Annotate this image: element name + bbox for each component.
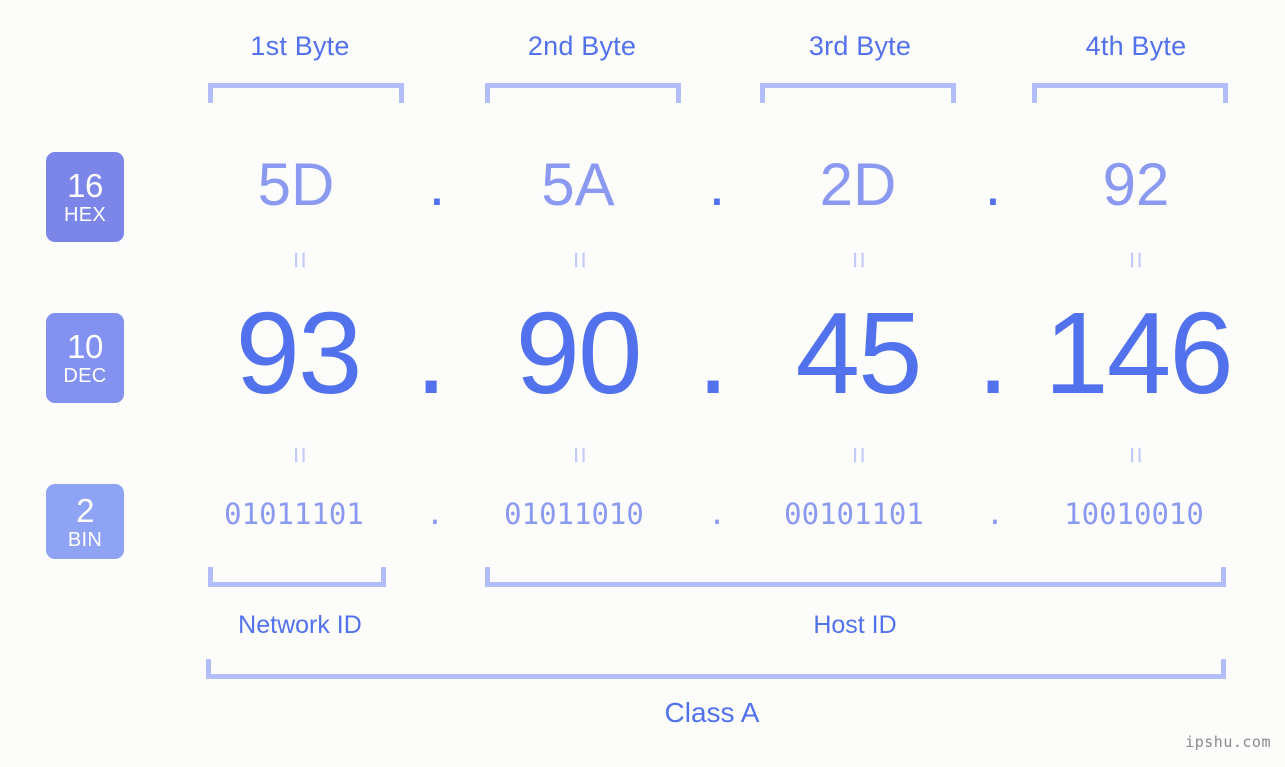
hex-separator-2: .	[708, 151, 726, 218]
byte-bracket-1	[208, 83, 404, 103]
equals-mark-hex-dec-4: =	[1119, 251, 1152, 269]
hex-value-4: 92	[1102, 151, 1170, 218]
equals-mark-dec-bin-1: =	[283, 446, 316, 464]
equals-mark-hex-dec-3: =	[842, 251, 875, 269]
dec-value-1: 93	[235, 288, 362, 418]
radix-badge-dec-name: DEC	[63, 365, 107, 387]
class-bracket	[206, 659, 1226, 679]
network-id-bracket	[208, 567, 386, 587]
equals-mark-dec-bin-3: =	[842, 446, 875, 464]
radix-badge-hex-name: HEX	[63, 204, 107, 226]
byte-bracket-4	[1032, 83, 1228, 103]
dec-separator-1: .	[415, 288, 448, 418]
radix-badge-dec-number: 10	[67, 328, 103, 365]
byte-bracket-3	[760, 83, 956, 103]
dec-separator-2: .	[697, 288, 730, 418]
radix-badge-dec: 10 DEC	[46, 313, 124, 403]
host-id-label: Host ID	[813, 611, 897, 639]
bin-value-2: 01011010	[504, 497, 644, 531]
bin-value-1: 01011101	[224, 497, 364, 531]
bin-value-4: 10010010	[1064, 497, 1204, 531]
hex-separator-3: .	[984, 151, 1002, 218]
hex-value-1: 5D	[257, 151, 335, 218]
bin-separator-2: .	[708, 497, 726, 531]
dec-value-4: 146	[1044, 288, 1234, 418]
hex-value-2: 5A	[541, 151, 615, 218]
radix-badge-bin: 2 BIN	[46, 484, 124, 559]
radix-badge-hex-number: 16	[67, 167, 103, 204]
equals-mark-dec-bin-2: =	[563, 446, 596, 464]
dec-separator-3: .	[977, 288, 1010, 418]
radix-badge-bin-number: 2	[76, 491, 94, 529]
dec-value-3: 45	[795, 288, 922, 418]
ip-address-breakdown-diagram: 1st Byte 2nd Byte 3rd Byte 4th Byte 16 H…	[0, 0, 1285, 767]
network-id-label: Network ID	[238, 611, 362, 639]
bin-value-3: 00101101	[784, 497, 924, 531]
radix-badge-bin-name: BIN	[67, 528, 103, 551]
dec-value-2: 90	[515, 288, 642, 418]
bin-separator-1: .	[426, 497, 444, 531]
bin-separator-3: .	[986, 497, 1004, 531]
hex-separator-1: .	[428, 151, 446, 218]
watermark: ipshu.com	[1185, 733, 1271, 751]
radix-badge-hex: 16 HEX	[46, 152, 124, 242]
equals-mark-hex-dec-2: =	[563, 251, 596, 269]
byte-header-3: 3rd Byte	[808, 31, 912, 61]
hex-value-3: 2D	[819, 151, 897, 218]
byte-bracket-2	[485, 83, 681, 103]
byte-header-4: 4th Byte	[1085, 31, 1187, 61]
equals-mark-hex-dec-1: =	[283, 251, 316, 269]
byte-header-2: 2nd Byte	[527, 31, 637, 61]
equals-mark-dec-bin-4: =	[1119, 446, 1152, 464]
host-id-bracket	[485, 567, 1226, 587]
class-label: Class A	[664, 697, 760, 728]
byte-header-1: 1st Byte	[250, 31, 350, 61]
